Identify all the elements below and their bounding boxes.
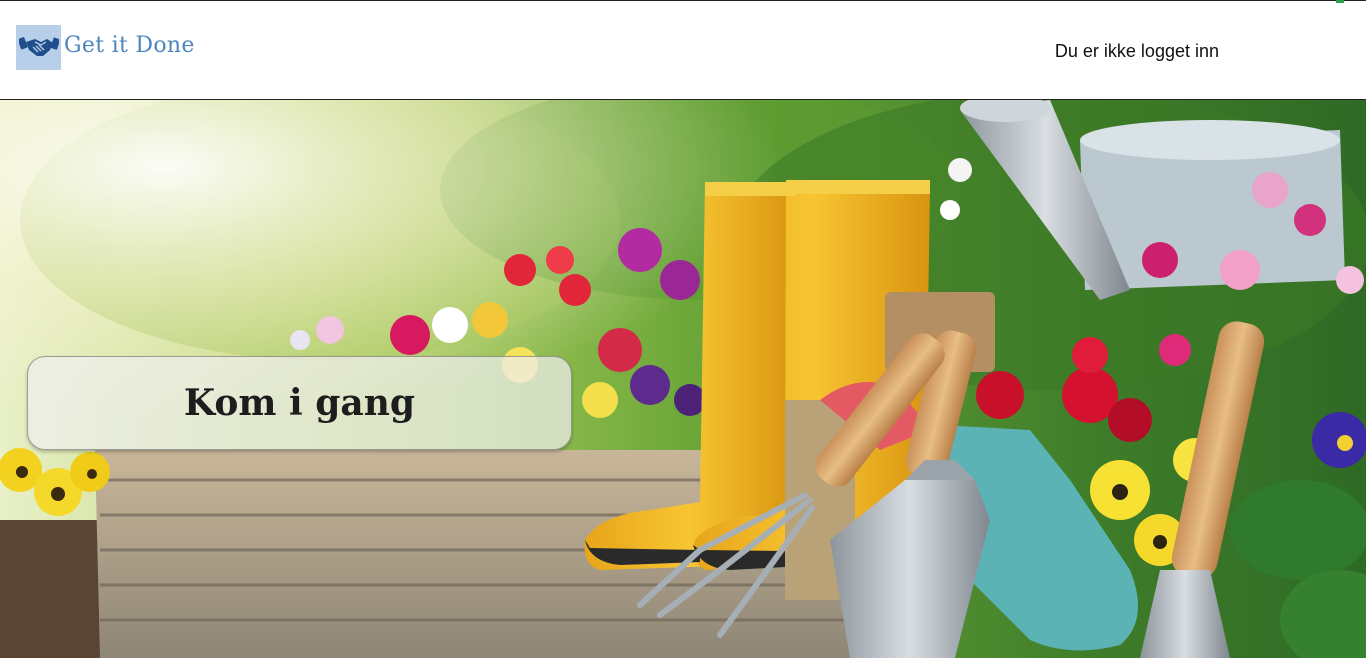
get-started-label: Kom i gang [183,382,416,424]
handshake-icon [16,24,61,70]
brand-home-link[interactable]: Get it Done [16,24,195,70]
accent-indicator [1336,0,1344,3]
hero-banner: Kom i gang [0,100,1366,658]
brand-name: Get it Done [64,32,195,58]
login-status-text: Du er ikke logget inn [1054,41,1219,61]
page: Get it Done Du er ikke logget inn Kom i … [0,0,1366,658]
site-header: Get it Done Du er ikke logget inn [0,0,1366,100]
get-started-button[interactable]: Kom i gang [27,356,572,450]
